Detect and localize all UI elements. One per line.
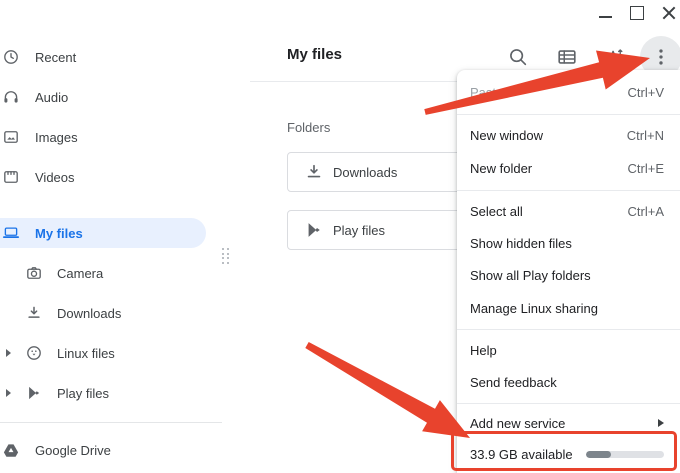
sidebar-item-label: Downloads	[57, 306, 121, 321]
files-app-window: Recent Audio Images Videos My files Came…	[0, 0, 680, 473]
sidebar-item-recent[interactable]: Recent	[0, 37, 212, 77]
laptop-icon	[2, 224, 20, 242]
menu-item-manage-linux-sharing[interactable]: Manage Linux sharing	[457, 292, 680, 324]
folder-card-downloads[interactable]: Downloads	[287, 152, 475, 192]
menu-item-show-all-play-folders[interactable]: Show all Play folders	[457, 259, 680, 292]
sidebar-item-google-drive[interactable]: Google Drive	[0, 430, 212, 470]
storage-progress-bar	[586, 451, 664, 458]
sidebar-item-camera[interactable]: Camera	[0, 253, 212, 293]
menu-item-paste[interactable]: Paste Ctrl+V	[457, 76, 680, 109]
menu-item-show-hidden-files[interactable]: Show hidden files	[457, 227, 680, 259]
minimize-icon	[599, 16, 612, 18]
sidebar-item-label: Camera	[57, 266, 103, 281]
menu-divider	[457, 190, 680, 191]
folder-card-play-files[interactable]: Play files	[287, 210, 475, 250]
sidebar-item-label: Recent	[35, 50, 76, 65]
close-icon	[662, 6, 676, 20]
shortcut-label: Ctrl+A	[628, 204, 664, 219]
menu-item-send-feedback[interactable]: Send feedback	[457, 366, 680, 398]
menu-divider	[457, 114, 680, 115]
search-button[interactable]	[507, 46, 529, 68]
play-icon	[25, 384, 43, 402]
menu-item-help[interactable]: Help	[457, 334, 680, 366]
sidebar-item-label: Linux files	[57, 346, 115, 361]
window-controls	[596, 4, 678, 22]
shortcut-label: Ctrl+V	[628, 85, 664, 100]
sidebar-item-label: Videos	[35, 170, 75, 185]
expand-chevron-icon[interactable]	[6, 389, 11, 397]
annotation-arrow-to-storage	[305, 342, 470, 438]
menu-item-storage[interactable]: 33.9 GB available	[457, 438, 680, 470]
sidebar-item-videos[interactable]: Videos	[0, 157, 212, 197]
minimize-button[interactable]	[596, 4, 614, 22]
download-icon	[25, 304, 43, 322]
sidebar-item-downloads[interactable]: Downloads	[0, 293, 212, 333]
storage-progress-fill	[586, 451, 611, 458]
sidebar-item-label: Play files	[57, 386, 109, 401]
sort-az-icon	[603, 46, 625, 68]
sidebar-item-label: Google Drive	[35, 443, 111, 458]
folder-card-label: Downloads	[333, 165, 397, 180]
menu-divider	[457, 403, 680, 404]
shortcut-label: Ctrl+N	[627, 128, 664, 143]
submenu-arrow-icon	[658, 419, 664, 427]
clock-icon	[2, 48, 20, 66]
penguin-icon	[25, 344, 43, 362]
sidebar-item-label: Audio	[35, 90, 68, 105]
list-view-button[interactable]	[556, 46, 578, 68]
folders-section-label: Folders	[287, 120, 330, 135]
more-vertical-icon	[650, 46, 672, 68]
sidebar-item-audio[interactable]: Audio	[0, 77, 212, 117]
menu-item-add-new-service[interactable]: Add new service	[457, 408, 680, 438]
menu-divider	[457, 329, 680, 330]
sidebar-item-play-files[interactable]: Play files	[0, 373, 212, 413]
film-icon	[2, 168, 20, 186]
expand-chevron-icon[interactable]	[6, 349, 11, 357]
sidebar: Recent Audio Images Videos My files Came…	[0, 0, 240, 473]
search-icon	[507, 46, 529, 68]
sidebar-item-images[interactable]: Images	[0, 117, 212, 157]
list-view-icon	[556, 46, 578, 68]
folder-card-label: Play files	[333, 223, 385, 238]
sidebar-item-label: My files	[35, 226, 83, 241]
headphones-icon	[2, 88, 20, 106]
maximize-icon	[630, 6, 644, 20]
camera-icon	[25, 264, 43, 282]
sort-button[interactable]	[603, 46, 625, 68]
close-button[interactable]	[660, 4, 678, 22]
menu-item-new-folder[interactable]: New folder Ctrl+E	[457, 152, 680, 185]
image-icon	[2, 128, 20, 146]
storage-label: 33.9 GB available	[470, 447, 573, 462]
google-drive-icon	[2, 441, 20, 459]
maximize-button[interactable]	[628, 4, 646, 22]
sidebar-item-linux-files[interactable]: Linux files	[0, 333, 212, 373]
menu-item-select-all[interactable]: Select all Ctrl+A	[457, 195, 680, 227]
play-icon	[304, 220, 324, 240]
sidebar-item-label: Images	[35, 130, 78, 145]
menu-item-new-window[interactable]: New window Ctrl+N	[457, 119, 680, 152]
sidebar-divider	[0, 422, 222, 423]
context-menu: Paste Ctrl+V New window Ctrl+N New folde…	[457, 70, 680, 473]
sidebar-resize-handle[interactable]	[222, 248, 229, 264]
shortcut-label: Ctrl+E	[628, 161, 664, 176]
sidebar-item-my-files[interactable]: My files	[0, 218, 206, 248]
page-title: My files	[287, 46, 342, 63]
download-icon	[304, 162, 324, 182]
